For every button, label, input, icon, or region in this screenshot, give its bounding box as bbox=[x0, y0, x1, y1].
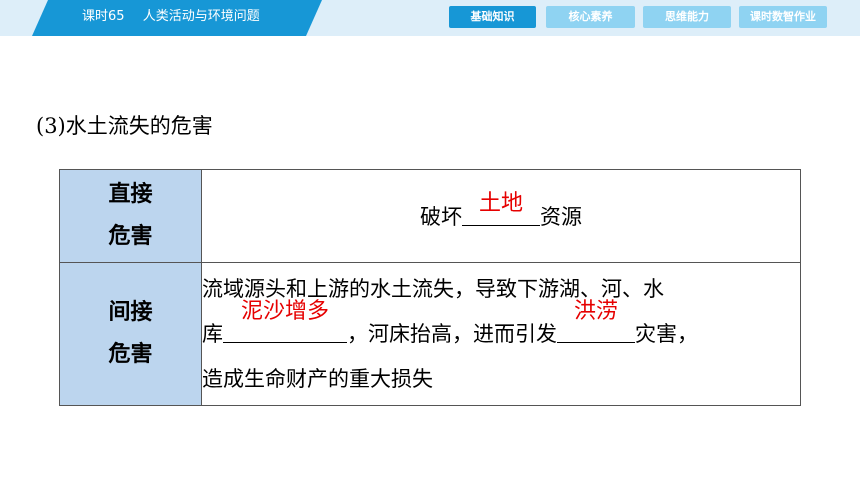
table-row-direct: 直接 危害 破坏 土地 资源 bbox=[59, 169, 801, 263]
direct-hazard-content: 破坏 土地 资源 bbox=[201, 169, 801, 263]
lesson-number: 课时65 bbox=[82, 9, 125, 24]
blank-land: 土地 bbox=[462, 191, 540, 226]
indirect-header-line1: 间接 bbox=[108, 300, 153, 325]
answer-flood: 洪涝 bbox=[573, 298, 618, 324]
direct-hazard-header: 直接 危害 bbox=[59, 169, 202, 263]
lesson-tab: 课时65 人类活动与环境问题 bbox=[0, 0, 322, 36]
nav-tab-homework[interactable]: 课时数智作业 bbox=[739, 6, 827, 28]
nav-tab-core-literacy[interactable]: 核心素养 bbox=[546, 6, 635, 28]
indirect-line2-prefix: 库 bbox=[202, 321, 223, 346]
indirect-hazard-header: 间接 危害 bbox=[59, 262, 202, 406]
indirect-line2: 库泥沙增多 ，河床抬高，进而引发 洪涝 灾害， bbox=[202, 299, 800, 357]
indirect-line2-mid: ，河床抬高，进而引发 bbox=[347, 321, 557, 346]
indirect-header-line2: 危害 bbox=[108, 342, 153, 367]
nav-tab-thinking-ability[interactable]: 思维能力 bbox=[643, 6, 731, 28]
blank-flood: 洪涝 bbox=[557, 299, 635, 343]
lesson-topic: 人类活动与环境问题 bbox=[142, 9, 260, 24]
direct-header-line2: 危害 bbox=[108, 224, 153, 249]
table-row-indirect: 间接 危害 流域源头和上游的水土流失，导致下游湖、河、水 库泥沙增多 ，河床抬高，… bbox=[59, 262, 801, 406]
nav-tab-basic-knowledge[interactable]: 基础知识 bbox=[449, 6, 536, 28]
direct-header-line1: 直接 bbox=[108, 182, 153, 207]
answer-land: 土地 bbox=[478, 191, 523, 216]
direct-prefix: 破坏 bbox=[420, 205, 462, 229]
blank-sediment: 泥沙增多 bbox=[223, 299, 347, 343]
indirect-line3: 造成生命财产的重大损失 bbox=[202, 366, 433, 391]
section-title: (3)水土流失的危害 bbox=[36, 114, 213, 138]
answer-sediment: 泥沙增多 bbox=[240, 298, 329, 324]
lesson-title: 课时65 人类活动与环境问题 bbox=[82, 0, 260, 36]
indirect-line2-suffix: 灾害， bbox=[635, 321, 698, 346]
direct-suffix: 资源 bbox=[540, 205, 582, 229]
indirect-hazard-content: 流域源头和上游的水土流失，导致下游湖、河、水 库泥沙增多 ，河床抬高，进而引发 洪涝… bbox=[201, 262, 801, 406]
hazard-table: 直接 危害 破坏 土地 资源 间接 危害 流域源头和上游的水土流失，导致下游湖、河、… bbox=[59, 169, 801, 406]
